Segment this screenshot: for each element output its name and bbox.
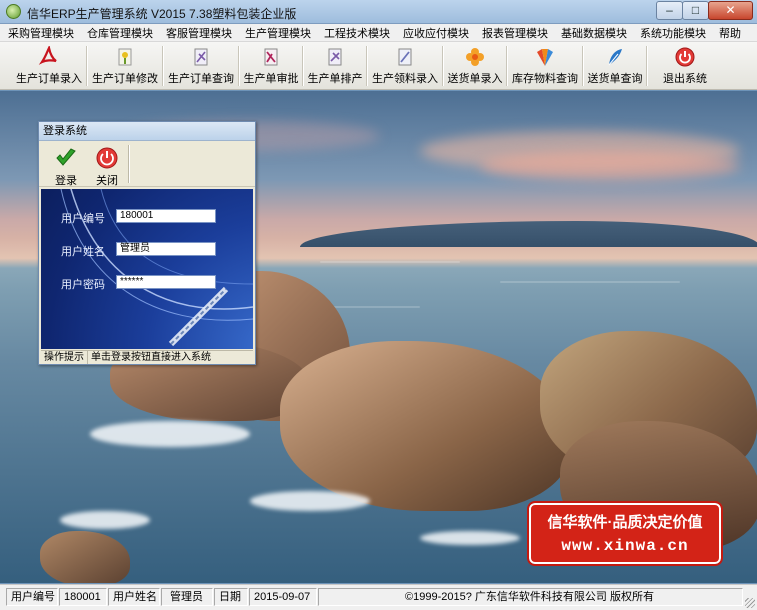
user-name-field[interactable]: 管理员 xyxy=(116,242,216,256)
status-user-id-label: 用户编号 xyxy=(6,588,58,606)
delivery-note-entry-button[interactable]: 送货单录入 xyxy=(446,44,504,88)
menu-production[interactable]: 生产管理模块 xyxy=(245,25,311,41)
flower-icon xyxy=(466,48,484,66)
power-icon xyxy=(675,47,695,67)
feather-icon xyxy=(608,49,622,66)
password-label: 用户密码 xyxy=(61,279,105,291)
menu-basic-data[interactable]: 基础数据模块 xyxy=(561,25,627,41)
menu-warehouse[interactable]: 仓库管理模块 xyxy=(87,25,153,41)
checkmark-icon xyxy=(56,148,76,166)
production-order-entry-button[interactable]: 生产订单录入 xyxy=(14,44,84,88)
production-order-query-button[interactable]: 生产订单查询 xyxy=(166,44,236,88)
login-button-label: 登录 xyxy=(55,175,77,187)
user-id-label: 用户编号 xyxy=(61,213,105,225)
pdf-icon xyxy=(38,46,57,65)
toolbar-label: 退出系统 xyxy=(663,73,707,85)
banner-url: www.xinwa.cn xyxy=(561,537,689,555)
user-name-label: 用户姓名 xyxy=(61,246,105,258)
toolbar-label: 生产订单修改 xyxy=(92,73,158,85)
status-copyright: ©1999-2015? 广东信华软件科技有限公司 版权所有 xyxy=(318,588,743,606)
login-dialog-toolbar: 登录 关闭 xyxy=(39,141,255,187)
login-dialog: 登录系统 登录 关闭 用户编号 180001 用户姓名 管理员 用户密码 ***… xyxy=(38,121,256,365)
menu-reports[interactable]: 报表管理模块 xyxy=(482,25,548,41)
login-status-bar: 操作提示 单击登录按钮直接进入系统 xyxy=(41,350,253,364)
menu-system[interactable]: 系统功能模块 xyxy=(640,25,706,41)
delivery-note-query-button[interactable]: 送货单查询 xyxy=(586,44,644,88)
login-dialog-title: 登录系统 xyxy=(39,122,255,141)
document-schedule-icon xyxy=(328,48,342,66)
toolbar-label: 生产订单录入 xyxy=(16,73,82,85)
flower-doc-icon xyxy=(118,48,132,66)
fan-icon xyxy=(537,49,553,66)
toolbar-label: 生产订单查询 xyxy=(168,73,234,85)
production-scheduling-button[interactable]: 生产单排产 xyxy=(306,44,364,88)
production-order-edit-button[interactable]: 生产订单修改 xyxy=(90,44,160,88)
status-user-name-value: 管理员 xyxy=(161,588,213,606)
login-button[interactable]: 登录 xyxy=(46,144,86,188)
status-bar: 用户编号 180001 用户姓名 管理员 日期 2015-09-07 ©1999… xyxy=(0,584,757,610)
dialog-close-button[interactable]: 关闭 xyxy=(87,144,127,188)
toolbar-label: 生产单审批 xyxy=(243,73,299,85)
power-icon xyxy=(96,147,118,169)
app-logo-icon xyxy=(6,4,21,19)
document-search-icon xyxy=(194,48,208,66)
menu-receivable-payable[interactable]: 应收应付模块 xyxy=(403,25,469,41)
login-form-panel: 用户编号 180001 用户姓名 管理员 用户密码 ****** xyxy=(41,189,253,349)
toolbar-label: 送货单查询 xyxy=(587,73,643,85)
close-button[interactable]: ✕ xyxy=(708,1,753,20)
menu-purchase[interactable]: 采购管理模块 xyxy=(8,25,74,41)
promo-banner: 信华软件·品质决定价值 www.xinwa.cn xyxy=(527,501,723,566)
menu-help[interactable]: 帮助 xyxy=(719,25,741,41)
production-approval-button[interactable]: 生产单审批 xyxy=(242,44,300,88)
main-toolbar: 生产订单录入 生产订单修改 生产订单查询 生产单审批 生产单排产 生产领料录入 … xyxy=(0,42,757,90)
menu-engineering[interactable]: 工程技术模块 xyxy=(324,25,390,41)
minimize-button[interactable]: – xyxy=(656,1,683,20)
toolbar-label: 生产单排产 xyxy=(307,73,363,85)
banner-slogan: 信华软件·品质决定价值 xyxy=(547,514,703,531)
toolbar-label: 生产领料录入 xyxy=(372,73,438,85)
close-button-label: 关闭 xyxy=(96,175,118,187)
user-id-field[interactable]: 180001 xyxy=(116,209,216,223)
status-user-name-label: 用户姓名 xyxy=(108,588,160,606)
window-title: 信华ERP生产管理系统 V2015 7.38塑料包装企业版 xyxy=(27,7,297,21)
toolbar-label: 送货单录入 xyxy=(447,73,503,85)
menu-bar: 采购管理模块 仓库管理模块 客服管理模块 生产管理模块 工程技术模块 应收应付模… xyxy=(0,24,757,42)
status-hint-text: 单击登录按钮直接进入系统 xyxy=(91,352,211,363)
title-bar: 信华ERP生产管理系统 V2015 7.38塑料包装企业版 – □ ✕ xyxy=(0,0,757,24)
document-approve-icon xyxy=(264,48,278,66)
material-requisition-entry-button[interactable]: 生产领料录入 xyxy=(370,44,440,88)
status-hint-label: 操作提示 xyxy=(41,351,88,364)
inventory-material-query-button[interactable]: 库存物料查询 xyxy=(510,44,580,88)
menu-customer-service[interactable]: 客服管理模块 xyxy=(166,25,232,41)
password-field[interactable]: ****** xyxy=(116,275,216,289)
status-date-value: 2015-09-07 xyxy=(249,588,317,606)
maximize-button[interactable]: □ xyxy=(682,1,709,20)
status-date-label: 日期 xyxy=(214,588,248,606)
resize-grip[interactable] xyxy=(745,598,755,608)
document-material-icon xyxy=(398,48,412,66)
toolbar-label: 库存物料查询 xyxy=(512,73,578,85)
exit-system-button[interactable]: 退出系统 xyxy=(656,44,714,88)
status-user-id-value: 180001 xyxy=(59,588,107,606)
